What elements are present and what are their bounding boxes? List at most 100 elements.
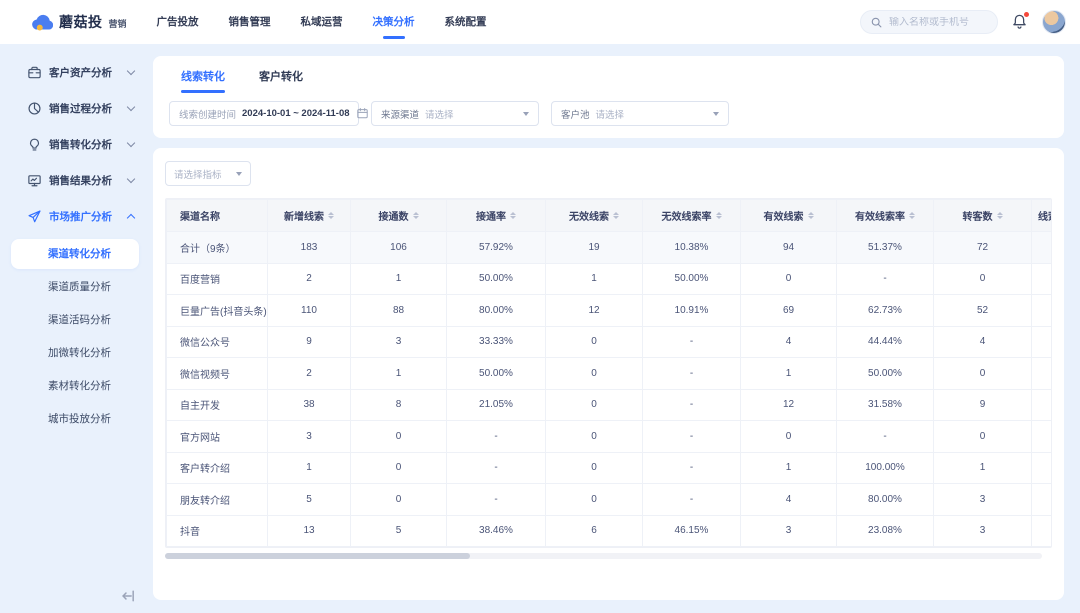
value-cell [1032,452,1053,484]
notification-bell[interactable] [1011,13,1029,31]
sidebar-group-2[interactable]: 销售过程分析 [0,90,150,126]
caret-down-icon [523,112,529,116]
value-cell: 80.00% [447,295,546,327]
metric-select-placeholder: 请选择指标 [174,167,222,181]
sidebar-subitem-2[interactable]: 渠道质量分析 [11,272,139,302]
tab-customer-conversion[interactable]: 客户转化 [259,68,303,93]
briefcase-icon [27,65,42,80]
value-cell: 3 [934,484,1032,516]
unread-dot [1024,12,1029,17]
column-header-2[interactable]: 新增线索 [268,200,351,232]
sidebar-group-5[interactable]: 市场推广分析 [0,198,150,234]
column-header-1: 渠道名称 [167,200,268,232]
user-avatar[interactable] [1042,10,1066,34]
global-search[interactable] [860,10,998,34]
channel-table-wrap: 渠道名称 新增线索接通数 接通率 无效线索无效线索率有效线索有效线索率 转客数 线索转客率… [165,198,1052,548]
sidebar-subitem-4[interactable]: 加微转化分析 [11,338,139,368]
sidebar-group-3[interactable]: 销售转化分析 [0,126,150,162]
column-label: 接通率 [476,208,506,223]
value-cell: 1 [741,358,837,390]
value-cell: 23.08% [837,515,934,547]
search-input[interactable] [889,17,988,28]
source-channel-select[interactable]: 来源渠道 请选择 [371,101,539,126]
sidebar-subitem-1[interactable]: 渠道转化分析 [11,239,139,269]
value-cell: - [447,421,546,453]
column-header-7[interactable]: 有效线索 [741,200,837,232]
value-cell: 0 [741,263,837,295]
value-cell: 0 [934,421,1032,453]
column-header-3[interactable]: 接通数 [351,200,447,232]
value-cell: 3 [934,515,1032,547]
sort-icon [510,212,516,220]
channel-name-cell: 巨量广告(抖音头条) [167,295,268,327]
date-range-label: 线索创建时间 [179,107,236,121]
table-row: 微信视频号2150.00%0-150.00%0 [167,358,1053,390]
value-cell: 88 [351,295,447,327]
tab-bar: 线索转化 客户转化 [169,68,1048,93]
metric-select[interactable]: 请选择指标 [165,161,251,186]
nav-item-3[interactable]: 私域运营 [301,0,343,44]
table-total-row: 合计（9条）18310657.92%1910.38%9451.37%72 [167,232,1053,264]
sort-icon [909,212,915,220]
caret-down-icon [236,172,242,176]
sidebar-subitem-5[interactable]: 素材转化分析 [11,371,139,401]
date-range-picker[interactable]: 线索创建时间 2024-10-01 ~ 2024-11-08 [169,101,359,126]
scrollbar-thumb[interactable] [165,553,470,559]
channel-name-cell: 微信公众号 [167,326,268,358]
nav-item-5[interactable]: 系统配置 [445,0,487,44]
value-cell: 5 [268,484,351,516]
value-cell: - [643,389,741,421]
column-header-10[interactable]: 线索转客率 [1032,200,1053,232]
nav-item-4[interactable]: 决策分析 [373,0,415,44]
value-cell: 6 [546,515,643,547]
column-label: 渠道名称 [180,208,220,223]
sort-icon [997,212,1003,220]
column-label: 线索转客率 [1038,208,1052,223]
value-cell: 3 [351,326,447,358]
sidebar-group-label: 销售过程分析 [49,101,112,116]
column-header-5[interactable]: 无效线索 [546,200,643,232]
table-row: 自主开发38821.05%0-1231.58%9 [167,389,1053,421]
sidebar-subitem-6[interactable]: 城市投放分析 [11,404,139,434]
value-cell: 1 [934,452,1032,484]
nav-item-1[interactable]: 广告投放 [157,0,199,44]
collapse-sidebar-icon[interactable] [119,587,137,605]
value-cell: 57.92% [447,232,546,264]
value-cell: 4 [741,484,837,516]
value-cell: 0 [934,358,1032,390]
lightbulb-icon [27,137,42,152]
value-cell: - [643,452,741,484]
customer-pool-placeholder: 请选择 [596,107,625,121]
value-cell: 106 [351,232,447,264]
logo-title: 蘑菇投 [59,12,103,32]
table-row: 客户转介绍10-0-1100.00%1 [167,452,1053,484]
value-cell: 13 [268,515,351,547]
customer-pool-select[interactable]: 客户池 请选择 [551,101,729,126]
column-header-9[interactable]: 转客数 [934,200,1032,232]
sidebar-subitem-3[interactable]: 渠道活码分析 [11,305,139,335]
value-cell [1032,232,1053,264]
table-row: 抖音13538.46%646.15%323.08%3 [167,515,1053,547]
tab-lead-conversion[interactable]: 线索转化 [181,68,225,93]
column-header-4[interactable]: 接通率 [447,200,546,232]
channel-name-cell: 客户转介绍 [167,452,268,484]
value-cell: 12 [741,389,837,421]
nav-item-2[interactable]: 销售管理 [229,0,271,44]
value-cell: 0 [546,326,643,358]
table-row: 官方网站30-0-0-0 [167,421,1053,453]
column-label: 转客数 [963,208,993,223]
column-header-6[interactable]: 无效线索率 [643,200,741,232]
value-cell: 0 [546,452,643,484]
app-logo[interactable]: 蘑菇投 营销 [30,12,127,33]
value-cell: 62.73% [837,295,934,327]
filter-row: 线索创建时间 2024-10-01 ~ 2024-11-08 来源渠道 请选择 … [169,101,1048,126]
value-cell: 12 [546,295,643,327]
value-cell: - [643,421,741,453]
source-channel-placeholder: 请选择 [425,107,454,121]
value-cell: 9 [268,326,351,358]
sidebar-group-4[interactable]: 销售结果分析 [0,162,150,198]
sidebar-group-1[interactable]: 客户资产分析 [0,54,150,90]
value-cell: 50.00% [447,263,546,295]
value-cell: 0 [351,421,447,453]
column-header-8[interactable]: 有效线索率 [837,200,934,232]
